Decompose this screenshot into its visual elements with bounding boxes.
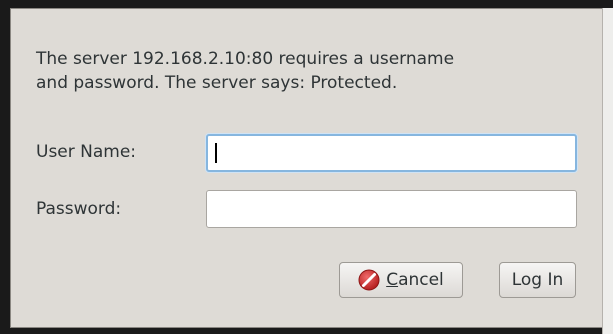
cancel-mnemonic: C	[386, 270, 399, 290]
window-frame-left	[0, 0, 10, 334]
cancel-button[interactable]: Cancel	[339, 262, 463, 298]
window-frame-top	[0, 0, 613, 8]
login-button[interactable]: Log In	[499, 262, 576, 298]
window-frame-bottom	[10, 328, 602, 334]
username-input[interactable]	[206, 134, 577, 172]
auth-message-line2: and password. The server says: Protected…	[36, 73, 398, 93]
background-strip	[602, 8, 613, 334]
password-label: Password:	[36, 199, 122, 219]
auth-message-line1: The server 192.168.2.10:80 requires a us…	[36, 49, 455, 69]
cancel-label: Cancel	[386, 270, 444, 290]
text-caret	[215, 143, 217, 163]
username-label: User Name:	[36, 142, 137, 162]
cancel-icon	[358, 269, 380, 291]
login-label: Log In	[511, 270, 564, 290]
password-input[interactable]	[206, 190, 577, 228]
cancel-label-rest: ancel	[398, 270, 444, 290]
auth-message: The server 192.168.2.10:80 requires a us…	[36, 47, 596, 95]
